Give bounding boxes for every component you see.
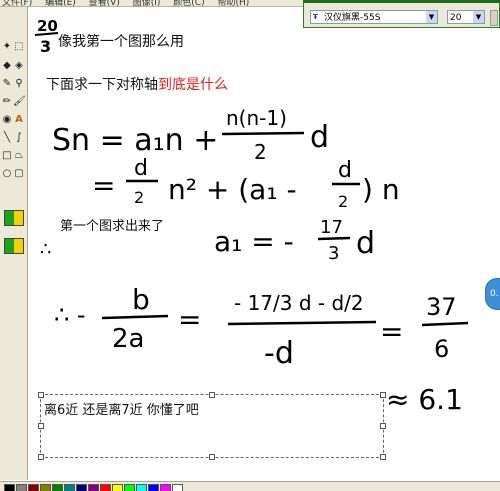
toolbox: ✦ ⬚ ◆ ◈ ✎ ⚲ ✏ 🖌 ◉ A ╲ ∫ □ ⏢ ○ ▢ — [0, 7, 28, 480]
picker-icon[interactable]: ✎ — [1, 77, 13, 91]
polygon-icon[interactable]: ⏢ — [13, 149, 25, 163]
menu-colors[interactable]: 颜色(C) — [173, 0, 204, 6]
eraser-icon[interactable]: ◆ — [1, 59, 13, 73]
resize-handle[interactable] — [38, 392, 44, 398]
hw-eq2-num: d — [134, 156, 148, 181]
hw-b-den: 2a — [112, 324, 144, 354]
rectangle-icon[interactable]: □ — [1, 149, 13, 163]
hw-eq2-end: ) n — [362, 173, 400, 206]
hw-a1-den: 3 — [328, 243, 339, 264]
ellipse-icon[interactable]: ○ — [1, 167, 13, 181]
pencil-icon[interactable]: ✏ — [1, 95, 13, 109]
hw-eq2-den: 2 — [134, 188, 144, 207]
rounded-rect-icon[interactable]: ▢ — [13, 167, 25, 181]
hw-sn-den: 2 — [254, 140, 267, 164]
drawing-canvas[interactable]: 像我第一个图那么用 下面求一下对称轴到底是什么 第一个图求出来了 离6近 还是离… — [28, 7, 500, 480]
hw-a1-lhs: a₁ = - — [214, 225, 294, 258]
text-selection-box[interactable] — [38, 392, 386, 460]
hw-therefore-1: ∴ — [40, 239, 51, 260]
brush-icon[interactable]: 🖌 — [13, 95, 26, 109]
hw-big-bar — [227, 320, 377, 326]
color-option-swatch[interactable] — [4, 210, 24, 226]
hw-a1-bar — [317, 236, 351, 241]
hw-a1-num: 17 — [320, 217, 343, 238]
airbrush-icon[interactable]: ◉ — [1, 113, 13, 127]
hw-sn-bar — [221, 131, 305, 136]
resize-handle[interactable] — [380, 392, 386, 398]
resize-handle[interactable] — [380, 454, 386, 460]
hw-eq2-mid: n² + (a₁ - — [168, 173, 297, 206]
rect-select-icon[interactable]: ⬚ — [13, 40, 25, 54]
menu-edit[interactable]: 编辑(E) — [45, 0, 76, 6]
hw-frac-bot: 3 — [40, 37, 51, 56]
hw-eq2-num2: d — [338, 158, 352, 183]
hw-b-num: b — [132, 283, 150, 316]
menu-view[interactable]: 查看(V) — [89, 0, 120, 6]
fill-bucket-icon[interactable]: ◈ — [13, 59, 25, 73]
hw-eq2-start: = — [92, 169, 115, 202]
resize-handle[interactable] — [209, 454, 215, 460]
text-tool-icon[interactable]: A — [13, 113, 25, 127]
hw-res-num: 37 — [426, 293, 457, 321]
line-icon[interactable]: ╲ — [1, 131, 13, 145]
resize-handle[interactable] — [380, 423, 386, 429]
menu-file[interactable]: 文件(F) — [2, 0, 32, 6]
hw-res-bar — [421, 321, 469, 327]
hw-eq: = — [178, 303, 201, 336]
hw-sn-d: d — [310, 120, 329, 155]
resize-handle[interactable] — [38, 423, 44, 429]
hw-big-num: - 17/3 d - d/2 — [234, 291, 364, 315]
hw-sn-num: n(n-1) — [226, 106, 287, 130]
resize-handle[interactable] — [209, 392, 215, 398]
hw-a1-d: d — [356, 226, 375, 261]
color-option-swatch-2[interactable] — [4, 238, 24, 254]
hw-approx: ≈ 6.1 — [386, 383, 463, 416]
free-select-icon[interactable]: ✦ — [1, 40, 13, 54]
hw-sn-lhs: Sn = a₁n + — [52, 123, 218, 158]
menu-help[interactable]: 帮助(H) — [217, 0, 249, 6]
hw-eq2-den2: 2 — [338, 192, 348, 211]
hw-b-bar — [101, 314, 169, 320]
resize-handle[interactable] — [38, 454, 44, 460]
hw-res-den: 6 — [434, 335, 449, 363]
hw-big-den: -d — [264, 336, 294, 371]
menu-image[interactable]: 图像(I) — [133, 0, 161, 6]
hw-eq3: = — [380, 315, 403, 348]
floating-side-button[interactable]: 0. — [485, 278, 500, 310]
magnifier-icon[interactable]: ⚲ — [13, 77, 25, 91]
curve-icon[interactable]: ∫ — [13, 131, 25, 145]
hw-therefore-2: ∴ - — [54, 301, 86, 329]
